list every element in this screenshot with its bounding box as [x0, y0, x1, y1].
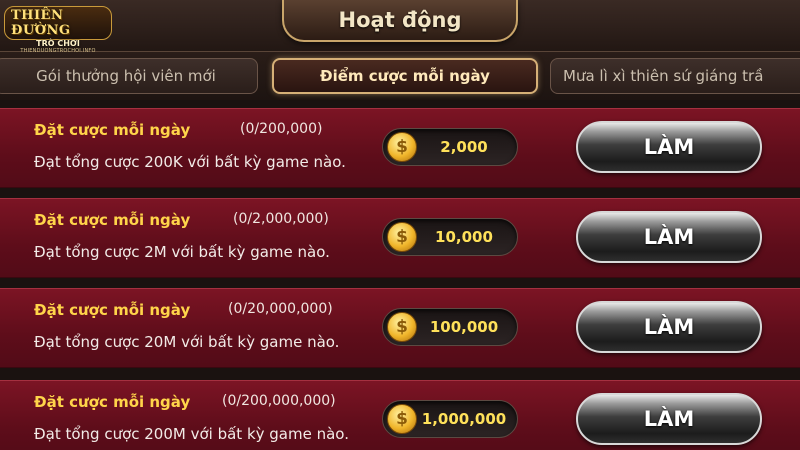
do-task-button[interactable]: LÀM	[576, 211, 762, 263]
task-progress: (0/200,000,000)	[222, 393, 336, 409]
reward-amount: 1,000,000	[421, 410, 507, 428]
title-plate: Hoạt động	[282, 0, 518, 42]
tab-label: Mưa lì xì thiên sứ giáng trầ	[563, 67, 764, 85]
task-row: Đặt cược mỗi ngày (0/2,000,000) Đạt tổng…	[0, 198, 800, 278]
task-name: Đặt cược mỗi ngày	[34, 211, 191, 229]
dollar-coin-icon: $	[387, 222, 417, 252]
reward-amount: 10,000	[435, 228, 493, 246]
reward-amount: 2,000	[440, 138, 488, 156]
tab-label: Điểm cược mỗi ngày	[320, 67, 490, 85]
brand-logo: THIÊN ĐƯỜNG TRÒ CHƠI THIENDUONGTROCHOI.I…	[4, 4, 112, 56]
reward-pill: $ 100,000	[382, 308, 518, 346]
task-name: Đặt cược mỗi ngày	[34, 121, 191, 139]
logo-line-1: THIÊN ĐƯỜNG	[4, 6, 112, 40]
do-task-button[interactable]: LÀM	[576, 393, 762, 445]
page-title: Hoạt động	[338, 8, 462, 32]
header-bar: Hoạt động	[0, 0, 800, 52]
task-list[interactable]: Đặt cược mỗi ngày (0/200,000) Đạt tổng c…	[0, 108, 800, 450]
tab-daily-bet-points[interactable]: Điểm cược mỗi ngày	[272, 58, 538, 94]
do-task-button[interactable]: LÀM	[576, 121, 762, 173]
task-description: Đạt tổng cược 200K với bất kỳ game nào.	[34, 153, 346, 171]
reward-pill: $ 1,000,000	[382, 400, 518, 438]
task-progress: (0/200,000)	[240, 121, 323, 137]
task-row: Đặt cược mỗi ngày (0/20,000,000) Đạt tổn…	[0, 288, 800, 368]
reward-pill: $ 2,000	[382, 128, 518, 166]
task-row: Đặt cược mỗi ngày (0/200,000) Đạt tổng c…	[0, 108, 800, 188]
task-description: Đạt tổng cược 2M với bất kỳ game nào.	[34, 243, 330, 261]
dollar-coin-icon: $	[387, 404, 417, 434]
do-task-button[interactable]: LÀM	[576, 301, 762, 353]
task-description: Đạt tổng cược 20M với bất kỳ game nào.	[34, 333, 340, 351]
tab-label: Gói thưởng hội viên mới	[36, 67, 216, 85]
dollar-coin-icon: $	[387, 312, 417, 342]
dollar-coin-icon: $	[387, 132, 417, 162]
task-row: Đặt cược mỗi ngày (0/200,000,000) Đạt tổ…	[0, 380, 800, 450]
task-name: Đặt cược mỗi ngày	[34, 393, 191, 411]
reward-pill: $ 10,000	[382, 218, 518, 256]
logo-url: THIENDUONGTROCHOI.INFO	[20, 48, 96, 54]
tab-new-member-package[interactable]: Gói thưởng hội viên mới	[0, 58, 258, 94]
task-progress: (0/20,000,000)	[228, 301, 333, 317]
tab-bar: Gói thưởng hội viên mới Điểm cược mỗi ng…	[0, 52, 800, 100]
task-description: Đạt tổng cược 200M với bất kỳ game nào.	[34, 425, 349, 443]
task-progress: (0/2,000,000)	[233, 211, 329, 227]
task-name: Đặt cược mỗi ngày	[34, 301, 191, 319]
tab-angel-lucky-money-rain[interactable]: Mưa lì xì thiên sứ giáng trầ	[550, 58, 800, 94]
reward-amount: 100,000	[429, 318, 499, 336]
logo-line-2: TRÒ CHƠI	[36, 39, 80, 48]
